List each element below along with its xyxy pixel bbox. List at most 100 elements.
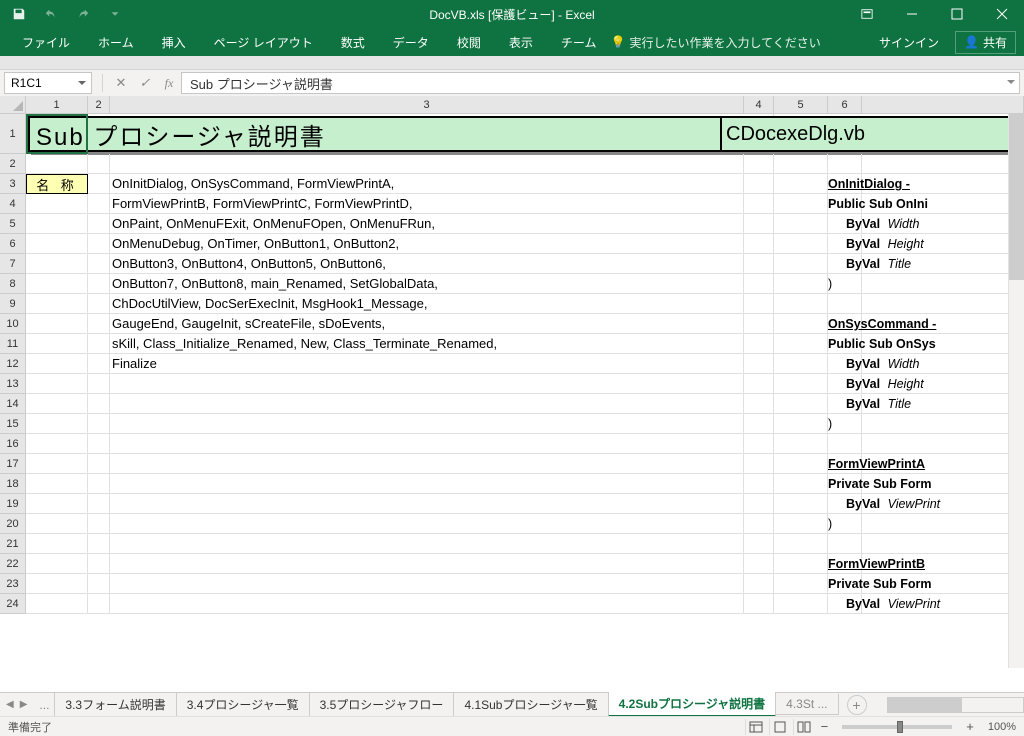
select-all-button[interactable] <box>0 96 26 114</box>
page-break-view-icon[interactable] <box>793 719 815 735</box>
row-header[interactable]: 7 <box>0 254 26 274</box>
cell[interactable]: ByVal ViewPrint <box>828 594 862 614</box>
horizontal-scrollbar[interactable] <box>887 697 1024 713</box>
fx-icon[interactable]: fx <box>157 72 181 94</box>
sheet-tab[interactable]: 4.1Subプロシージャ一覧 <box>453 693 608 717</box>
row-header[interactable]: 14 <box>0 394 26 414</box>
col-header[interactable]: 2 <box>88 96 110 114</box>
cell[interactable]: OnInitDialog, OnSysCommand, FormViewPrin… <box>110 174 744 194</box>
row-header[interactable]: 12 <box>0 354 26 374</box>
cell[interactable]: OnInitDialog - <box>828 174 862 194</box>
zoom-thumb[interactable] <box>897 721 903 733</box>
row-header[interactable]: 8 <box>0 274 26 294</box>
tab-formulas[interactable]: 数式 <box>327 28 379 56</box>
cell[interactable]: OnSysCommand - <box>828 314 862 334</box>
vertical-scrollbar[interactable] <box>1008 114 1024 668</box>
cell[interactable]: ChDocUtilView, DocSerExecInit, MsgHook1_… <box>110 294 744 314</box>
add-sheet-button[interactable]: + <box>847 695 867 715</box>
tab-team[interactable]: チーム <box>547 28 611 56</box>
row-header[interactable]: 4 <box>0 194 26 214</box>
redo-icon[interactable] <box>74 5 92 23</box>
cancel-icon[interactable]: ✕ <box>109 72 133 94</box>
doc-title-cell[interactable]: Sub プロシージャ説明書 <box>28 116 738 152</box>
sheet-tab[interactable]: 4.3St ... <box>775 694 838 715</box>
cell[interactable]: ByVal Title <box>828 254 862 274</box>
tab-page-layout[interactable]: ページ レイアウト <box>200 28 327 56</box>
sheet-tabs-more[interactable]: ... <box>33 698 55 712</box>
tab-review[interactable]: 校閲 <box>443 28 495 56</box>
sheet-nav-next-icon[interactable]: ▶ <box>20 699 28 710</box>
cell[interactable]: OnPaint, OnMenuFExit, OnMenuFOpen, OnMen… <box>110 214 744 234</box>
cell[interactable]: ByVal Title <box>828 394 862 414</box>
zoom-level[interactable]: 100% <box>980 721 1016 733</box>
formula-input[interactable]: Sub プロシージャ説明書 <box>181 72 1020 94</box>
zoom-in-button[interactable]: + <box>962 719 978 734</box>
sheet-nav[interactable]: ◀▶ <box>0 699 33 710</box>
cell[interactable]: ) <box>828 414 862 434</box>
cell[interactable]: ByVal Height <box>828 374 862 394</box>
enter-icon[interactable]: ✓ <box>133 72 157 94</box>
row-header[interactable]: 5 <box>0 214 26 234</box>
name-label-cell[interactable]: 名 称 <box>26 174 88 194</box>
col-header[interactable]: 1 <box>26 96 88 114</box>
cell[interactable]: ByVal Width <box>828 214 862 234</box>
row-header[interactable]: 13 <box>0 374 26 394</box>
qat-customize-icon[interactable] <box>106 5 124 23</box>
row-header[interactable]: 22 <box>0 554 26 574</box>
cell[interactable]: Private Sub Form <box>828 574 862 594</box>
row-header[interactable]: 21 <box>0 534 26 554</box>
scrollbar-thumb[interactable] <box>888 698 963 712</box>
row-header[interactable]: 20 <box>0 514 26 534</box>
cell[interactable]: FormViewPrintB <box>828 554 862 574</box>
page-layout-view-icon[interactable] <box>769 719 791 735</box>
row-header[interactable]: 18 <box>0 474 26 494</box>
save-icon[interactable] <box>10 5 28 23</box>
col-header[interactable]: 4 <box>744 96 774 114</box>
tab-home[interactable]: ホーム <box>84 28 148 56</box>
cell[interactable]: Private Sub Form <box>828 474 862 494</box>
cell[interactable]: Public Sub OnIni <box>828 194 862 214</box>
close-button[interactable] <box>979 0 1024 28</box>
row-header[interactable]: 9 <box>0 294 26 314</box>
sheet-tab[interactable]: 3.3フォーム説明書 <box>54 693 176 717</box>
share-button[interactable]: 👤 共有 <box>955 31 1016 54</box>
zoom-slider[interactable] <box>842 725 952 729</box>
cell[interactable]: ) <box>828 274 862 294</box>
row-header[interactable]: 23 <box>0 574 26 594</box>
maximize-button[interactable] <box>934 0 979 28</box>
tab-file[interactable]: ファイル <box>8 28 84 56</box>
grid-body[interactable]: 1 Sub プロシージャ説明書 CDocexeDlg.vb 2 3 <box>0 114 1024 692</box>
row-header[interactable]: 10 <box>0 314 26 334</box>
cell[interactable]: ) <box>828 514 862 534</box>
row-header[interactable]: 16 <box>0 434 26 454</box>
cell[interactable]: ByVal Width <box>828 354 862 374</box>
cell[interactable]: ByVal Height <box>828 234 862 254</box>
col-header[interactable]: 6 <box>828 96 862 114</box>
sheet-tab-active[interactable]: 4.2Subプロシージャ説明書 <box>608 692 777 717</box>
sheet-tab[interactable]: 3.4プロシージャ一覧 <box>176 693 310 717</box>
cell[interactable]: ByVal ViewPrint <box>828 494 862 514</box>
zoom-out-button[interactable]: − <box>817 719 833 734</box>
row-header[interactable]: 11 <box>0 334 26 354</box>
col-header[interactable]: 5 <box>774 96 828 114</box>
col-header[interactable]: 3 <box>110 96 744 114</box>
row-header[interactable]: 19 <box>0 494 26 514</box>
cell[interactable]: FormViewPrintA <box>828 454 862 474</box>
doc-title2-cell[interactable]: CDocexeDlg.vb <box>720 116 1024 152</box>
cell[interactable]: Finalize <box>110 354 744 374</box>
row-header[interactable]: 17 <box>0 454 26 474</box>
signin-link[interactable]: サインイン <box>879 34 939 51</box>
minimize-button[interactable] <box>889 0 934 28</box>
scrollbar-thumb[interactable] <box>1009 114 1024 280</box>
sheet-nav-prev-icon[interactable]: ◀ <box>6 699 14 710</box>
cell[interactable]: Public Sub OnSys <box>828 334 862 354</box>
tab-view[interactable]: 表示 <box>495 28 547 56</box>
cell[interactable]: OnButton3, OnButton4, OnButton5, OnButto… <box>110 254 744 274</box>
name-box[interactable]: R1C1 <box>4 72 92 94</box>
row-header[interactable]: 3 <box>0 174 26 194</box>
cell[interactable]: OnButton7, OnButton8, main_Renamed, SetG… <box>110 274 744 294</box>
cell[interactable]: sKill, Class_Initialize_Renamed, New, Cl… <box>110 334 744 354</box>
tab-data[interactable]: データ <box>379 28 443 56</box>
sheet-tab[interactable]: 3.5プロシージャフロー <box>309 693 455 717</box>
cell[interactable]: OnMenuDebug, OnTimer, OnButton1, OnButto… <box>110 234 744 254</box>
